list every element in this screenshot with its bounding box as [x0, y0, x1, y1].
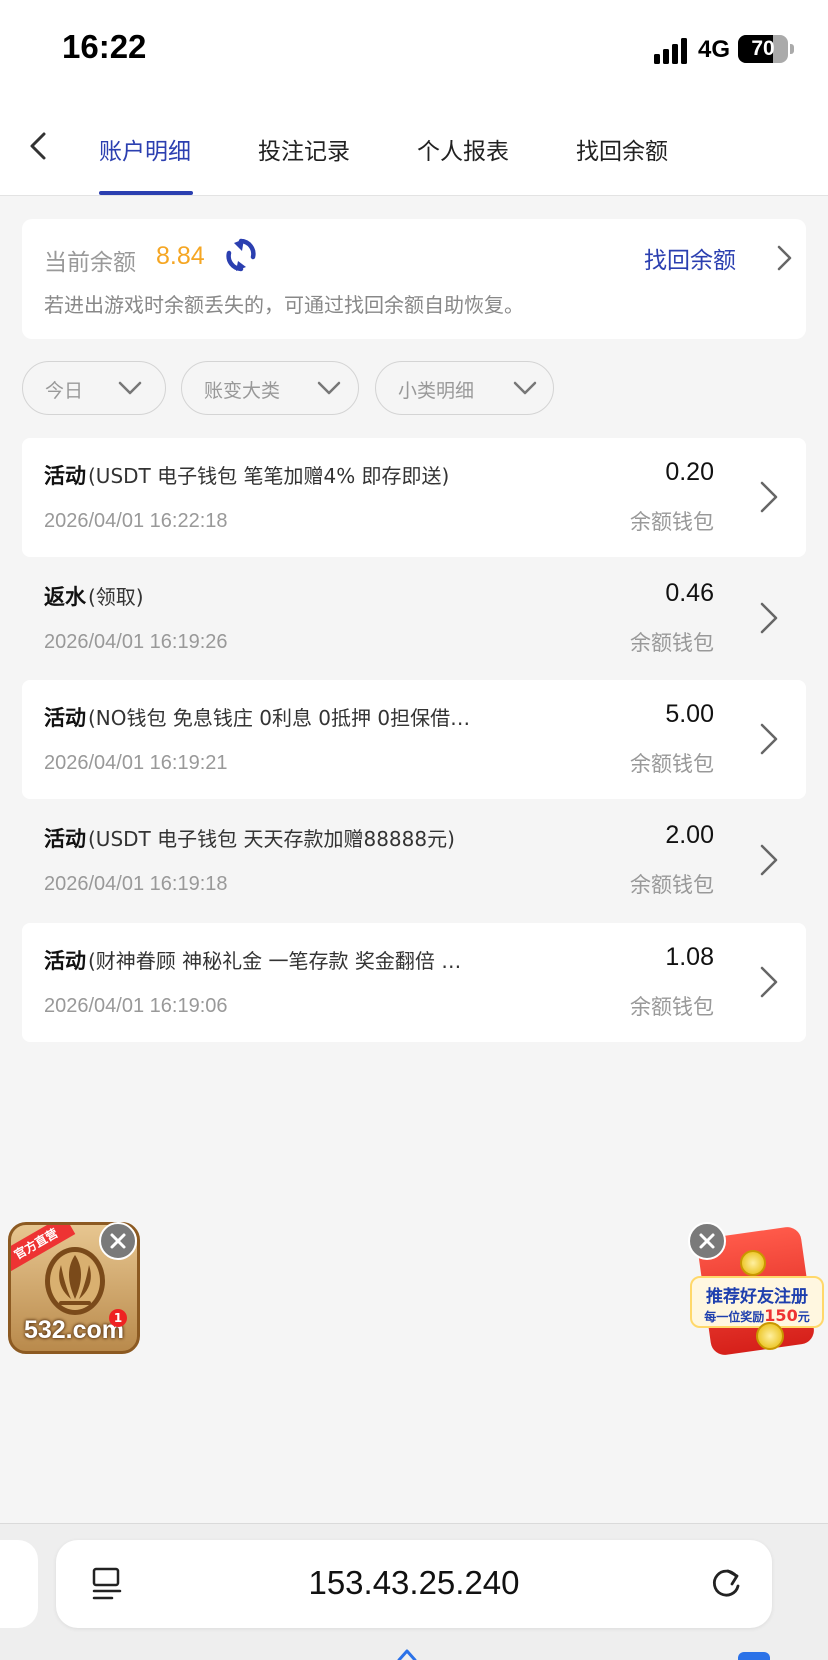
transaction-amount: 0.20 [665, 458, 714, 486]
previous-tab-preview[interactable] [0, 1540, 38, 1628]
promo-title: 推荐好友注册 [706, 1287, 808, 1307]
transaction-title: 活动 (NO钱包 免息钱庄 0利息 0抵押 0担保借… [44, 702, 604, 732]
tab-recover-balance[interactable]: 找回余额 [576, 132, 668, 166]
chevron-down-icon [317, 381, 341, 395]
share-icon[interactable] [396, 1648, 418, 1660]
chevron-down-icon [513, 381, 537, 395]
battery-cap [790, 44, 794, 54]
transaction-title: 活动 (USDT 电子钱包 天天存款加赠88888元) [44, 823, 604, 853]
transaction-title: 活动 (财神眷顾 神秘礼金 一笔存款 奖金翻倍 … [44, 945, 604, 975]
filter-category-label: 账变大类 [204, 380, 281, 402]
transaction-wallet: 余额钱包 [630, 995, 714, 1019]
transaction-wallet: 余额钱包 [630, 752, 714, 776]
transaction-amount: 2.00 [665, 821, 714, 849]
transaction-row[interactable]: 活动 (NO钱包 免息钱庄 0利息 0抵押 0担保借… 2026/04/01 16… [22, 680, 806, 799]
filter-subcategory-label: 小类明细 [398, 380, 475, 402]
refresh-icon[interactable] [224, 237, 258, 273]
balance-label: 当前余额 [44, 250, 136, 276]
transaction-type: 活动 [44, 827, 86, 851]
transaction-desc: (财神眷顾 神秘礼金 一笔存款 奖金翻倍 … [88, 949, 462, 973]
tab-bet-records[interactable]: 投注记录 [258, 132, 350, 166]
battery-level: 70 [751, 37, 775, 60]
tab-indicator [99, 191, 193, 195]
chevron-right-icon [760, 966, 778, 998]
chevron-right-icon [760, 481, 778, 513]
filter-date[interactable]: 今日 [22, 361, 166, 415]
transaction-amount: 0.46 [665, 579, 714, 607]
transaction-wallet: 余额钱包 [630, 510, 714, 534]
transaction-desc: (领取) [88, 585, 144, 609]
signal-icon [654, 38, 690, 64]
tab-personal-report[interactable]: 个人报表 [417, 132, 509, 166]
promo-subtitle: 每一位奖励150元 [704, 1306, 810, 1325]
transaction-title: 活动 (USDT 电子钱包 笔笔加赠4% 即存即送) [44, 460, 604, 490]
transaction-amount: 1.08 [665, 943, 714, 971]
address-bar[interactable]: 153.43.25.240 [56, 1540, 772, 1628]
tab-account-details[interactable]: 账户明细 [99, 132, 191, 166]
chevron-right-icon[interactable] [774, 243, 796, 273]
promo-banner: 推荐好友注册 每一位奖励150元 [690, 1276, 824, 1328]
address-text[interactable]: 153.43.25.240 [56, 1564, 772, 1602]
browser-bar: 153.43.25.240 [0, 1523, 828, 1660]
transaction-wallet: 余额钱包 [630, 873, 714, 897]
recover-balance-link[interactable]: 找回余额 [644, 241, 736, 275]
transaction-time: 2026/04/01 16:22:18 [44, 510, 228, 532]
close-icon [699, 1233, 715, 1249]
transaction-desc: (USDT 电子钱包 天天存款加赠88888元) [88, 827, 455, 851]
reload-icon[interactable] [708, 1566, 744, 1602]
filter-subcategory[interactable]: 小类明细 [375, 361, 554, 415]
close-app-ad-button[interactable] [99, 1222, 137, 1260]
status-time: 16:22 [62, 28, 147, 65]
back-button[interactable] [18, 126, 58, 166]
coin-icon [756, 1322, 784, 1350]
tabs-icon[interactable] [738, 1652, 770, 1660]
transaction-type: 活动 [44, 464, 86, 488]
balance-value: 8.84 [156, 242, 205, 270]
transaction-type: 返水 [44, 585, 86, 609]
balance-card: 当前余额 8.84 找回余额 若进出游戏时余额丢失的，可通过找回余额自助恢复。 [22, 219, 806, 339]
battery-icon: 70 [738, 35, 788, 63]
transaction-time: 2026/04/01 16:19:18 [44, 873, 228, 895]
transaction-time: 2026/04/01 16:19:06 [44, 995, 228, 1017]
transaction-row[interactable]: 返水 (领取) 2026/04/01 16:19:26 0.46 余额钱包 [22, 559, 806, 678]
app-logo-icon [45, 1247, 105, 1315]
back-icon [30, 132, 46, 160]
transaction-row[interactable]: 活动 (财神眷顾 神秘礼金 一笔存款 奖金翻倍 … 2026/04/01 16:1… [22, 923, 806, 1042]
transaction-desc: (USDT 电子钱包 笔笔加赠4% 即存即送) [88, 464, 450, 488]
chevron-right-icon [760, 723, 778, 755]
transaction-desc: (NO钱包 免息钱庄 0利息 0抵押 0担保借… [88, 706, 471, 730]
transaction-amount: 5.00 [665, 700, 714, 728]
close-promo-button[interactable] [688, 1222, 726, 1260]
filter-category[interactable]: 账变大类 [181, 361, 359, 415]
transaction-time: 2026/04/01 16:19:21 [44, 752, 228, 774]
balance-hint: 若进出游戏时余额丢失的，可通过找回余额自助恢复。 [44, 293, 524, 317]
transaction-type: 活动 [44, 706, 86, 730]
notification-badge: 1 [109, 1309, 127, 1327]
network-label: 4G [698, 36, 731, 63]
transaction-time: 2026/04/01 16:19:26 [44, 631, 228, 653]
filter-date-label: 今日 [45, 380, 84, 402]
chevron-right-icon [760, 844, 778, 876]
coin-icon [740, 1250, 766, 1276]
transaction-row[interactable]: 活动 (USDT 电子钱包 天天存款加赠88888元) 2026/04/01 16… [22, 801, 806, 920]
transaction-row[interactable]: 活动 (USDT 电子钱包 笔笔加赠4% 即存即送) 2026/04/01 16:… [22, 438, 806, 557]
status-bar: 16:22 4G 70 [0, 0, 828, 100]
close-icon [110, 1233, 126, 1249]
chevron-right-icon [760, 602, 778, 634]
tab-bar: 账户明细 投注记录 个人报表 找回余额 [0, 100, 828, 196]
transaction-type: 活动 [44, 949, 86, 973]
transaction-title: 返水 (领取) [44, 581, 604, 611]
chevron-down-icon [118, 381, 142, 395]
transaction-wallet: 余额钱包 [630, 631, 714, 655]
